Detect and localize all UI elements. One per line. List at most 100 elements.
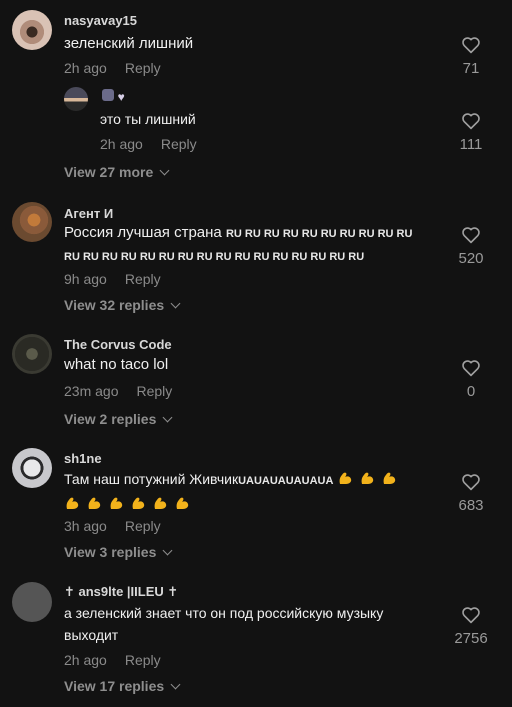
- ru-token: RU: [320, 228, 340, 240]
- ru-token: RU: [348, 251, 365, 263]
- username[interactable]: The Corvus Code: [64, 337, 172, 352]
- timestamp: 3h ago: [64, 518, 107, 534]
- reply-button[interactable]: Reply: [161, 136, 197, 152]
- ru-token: RU: [329, 251, 349, 263]
- view-more-replies[interactable]: View 3 replies: [64, 544, 173, 560]
- view-more-label: View 3 replies: [64, 544, 157, 560]
- view-more-replies[interactable]: View 32 replies: [64, 297, 181, 313]
- avatar[interactable]: [12, 202, 52, 242]
- ru-token: RU: [225, 228, 245, 240]
- timestamp: 23m ago: [64, 383, 119, 399]
- comment-meta: 9h ago Reply: [64, 271, 161, 287]
- flexed-biceps-icon: [152, 495, 168, 511]
- ru-token: RU: [291, 251, 311, 263]
- heart-icon: [462, 37, 480, 54]
- comment-text: Россия лучшая страна RU RU RU RU RU RU R…: [64, 222, 444, 268]
- heart-icon: [462, 113, 480, 130]
- like-count: 0: [466, 383, 476, 400]
- reply-meta: 2h ago Reply: [100, 136, 197, 152]
- ru-token: RU: [196, 251, 216, 263]
- heart-badge-icon: ♥: [117, 90, 125, 104]
- comment-meta: 3h ago Reply: [64, 518, 161, 534]
- like-button[interactable]: 71: [451, 36, 491, 77]
- username[interactable]: Агент И: [64, 206, 113, 221]
- timestamp: 2h ago: [64, 652, 107, 668]
- comment-agent: Агент И Россия лучшая страна RU RU RU RU…: [0, 198, 512, 318]
- like-count: 71: [462, 60, 480, 77]
- like-button[interactable]: 683: [451, 473, 491, 514]
- flexed-biceps-icon: [174, 495, 190, 511]
- flexed-biceps-icon: [108, 495, 124, 511]
- reply-avatar[interactable]: [64, 87, 88, 111]
- heart-icon: [462, 227, 480, 244]
- avatar[interactable]: [12, 10, 52, 50]
- comment-corvus: The Corvus Code what no taco lol 23m ago…: [0, 330, 512, 435]
- view-more-label: View 27 more: [64, 164, 154, 180]
- comment-text: Там наш потужний ЖивчикUAUAUAUAUAUA: [64, 468, 444, 516]
- ru-token: RU: [339, 228, 359, 240]
- comment-text: what no taco lol: [64, 356, 169, 373]
- comment-meta: 23m ago Reply: [64, 383, 172, 399]
- like-count: 111: [459, 136, 483, 153]
- chevron-down-icon: [159, 165, 170, 176]
- emoji-line1: [337, 471, 403, 487]
- avatar[interactable]: [12, 448, 52, 488]
- view-more-replies[interactable]: View 2 replies: [64, 411, 173, 427]
- ru-token: RU: [177, 251, 197, 263]
- reply-button[interactable]: Reply: [125, 518, 161, 534]
- ru-token: RU: [358, 228, 378, 240]
- ru-token: RU: [263, 228, 283, 240]
- flexed-biceps-icon: [130, 495, 146, 511]
- reply-button[interactable]: Reply: [125, 652, 161, 668]
- avatar[interactable]: [12, 582, 52, 622]
- heart-icon: [462, 474, 480, 491]
- ru-token: RU: [120, 251, 140, 263]
- comment-meta: 2h ago Reply: [64, 60, 161, 76]
- avatar[interactable]: [12, 334, 52, 374]
- view-more-label: View 2 replies: [64, 411, 157, 427]
- like-button[interactable]: 0: [451, 359, 491, 400]
- heart-icon: [462, 360, 480, 377]
- like-button[interactable]: 520: [451, 226, 491, 267]
- like-count: 2756: [454, 630, 488, 647]
- username[interactable]: ✝ ans9lte |IILEU ✝: [64, 584, 178, 600]
- ru-token: RU: [377, 228, 397, 240]
- comment-text-prefix: Там наш потужний Живчик: [64, 471, 239, 487]
- ru-tokens-line1: RU RU RU RU RU RU RU RU RU RU: [226, 224, 412, 241]
- ru-token: RU: [101, 251, 121, 263]
- comment-text-prefix: Россия лучшая страна: [64, 224, 222, 241]
- username[interactable]: nasyavay15: [64, 13, 137, 28]
- timestamp: 2h ago: [100, 136, 143, 152]
- flexed-biceps-icon: [86, 495, 102, 511]
- like-count: 683: [458, 497, 484, 514]
- view-more-replies[interactable]: View 27 more: [64, 164, 170, 180]
- chevron-down-icon: [170, 679, 181, 690]
- flexed-biceps-icon: [359, 470, 375, 486]
- flexed-biceps-icon: [64, 495, 80, 511]
- chevron-down-icon: [162, 545, 173, 556]
- reply-button[interactable]: Reply: [125, 271, 161, 287]
- ru-token: RU: [396, 228, 413, 240]
- comment-text: зеленский лишний: [64, 35, 194, 52]
- ru-token: RU: [244, 228, 264, 240]
- ru-tokens-line2: RU RU RU RU RU RU RU RU RU RU RU RU RU R…: [64, 247, 364, 264]
- view-more-label: View 17 replies: [64, 678, 165, 694]
- reply-username-icons: ♥: [102, 89, 130, 104]
- like-button[interactable]: 2756: [451, 606, 491, 647]
- reply-button[interactable]: Reply: [136, 383, 172, 399]
- comment-sh1ne: sh1ne Там наш потужний ЖивчикUAUAUAUAUAU…: [0, 444, 512, 569]
- reply-text: это ты лишний: [100, 111, 196, 127]
- view-more-label: View 32 replies: [64, 297, 165, 313]
- ru-token: RU: [272, 251, 292, 263]
- reply-like-button[interactable]: 111: [451, 112, 491, 153]
- comment-ans9lte: ✝ ans9lte |IILEU ✝ а зеленский знает что…: [0, 578, 512, 707]
- reply-button[interactable]: Reply: [125, 60, 161, 76]
- ru-token: RU: [301, 228, 321, 240]
- view-more-replies[interactable]: View 17 replies: [64, 678, 181, 694]
- ru-token: RU: [158, 251, 178, 263]
- like-count: 520: [458, 250, 484, 267]
- ru-token: RU: [82, 251, 102, 263]
- flexed-biceps-icon: [381, 470, 397, 486]
- timestamp: 9h ago: [64, 271, 107, 287]
- username[interactable]: sh1ne: [64, 451, 102, 466]
